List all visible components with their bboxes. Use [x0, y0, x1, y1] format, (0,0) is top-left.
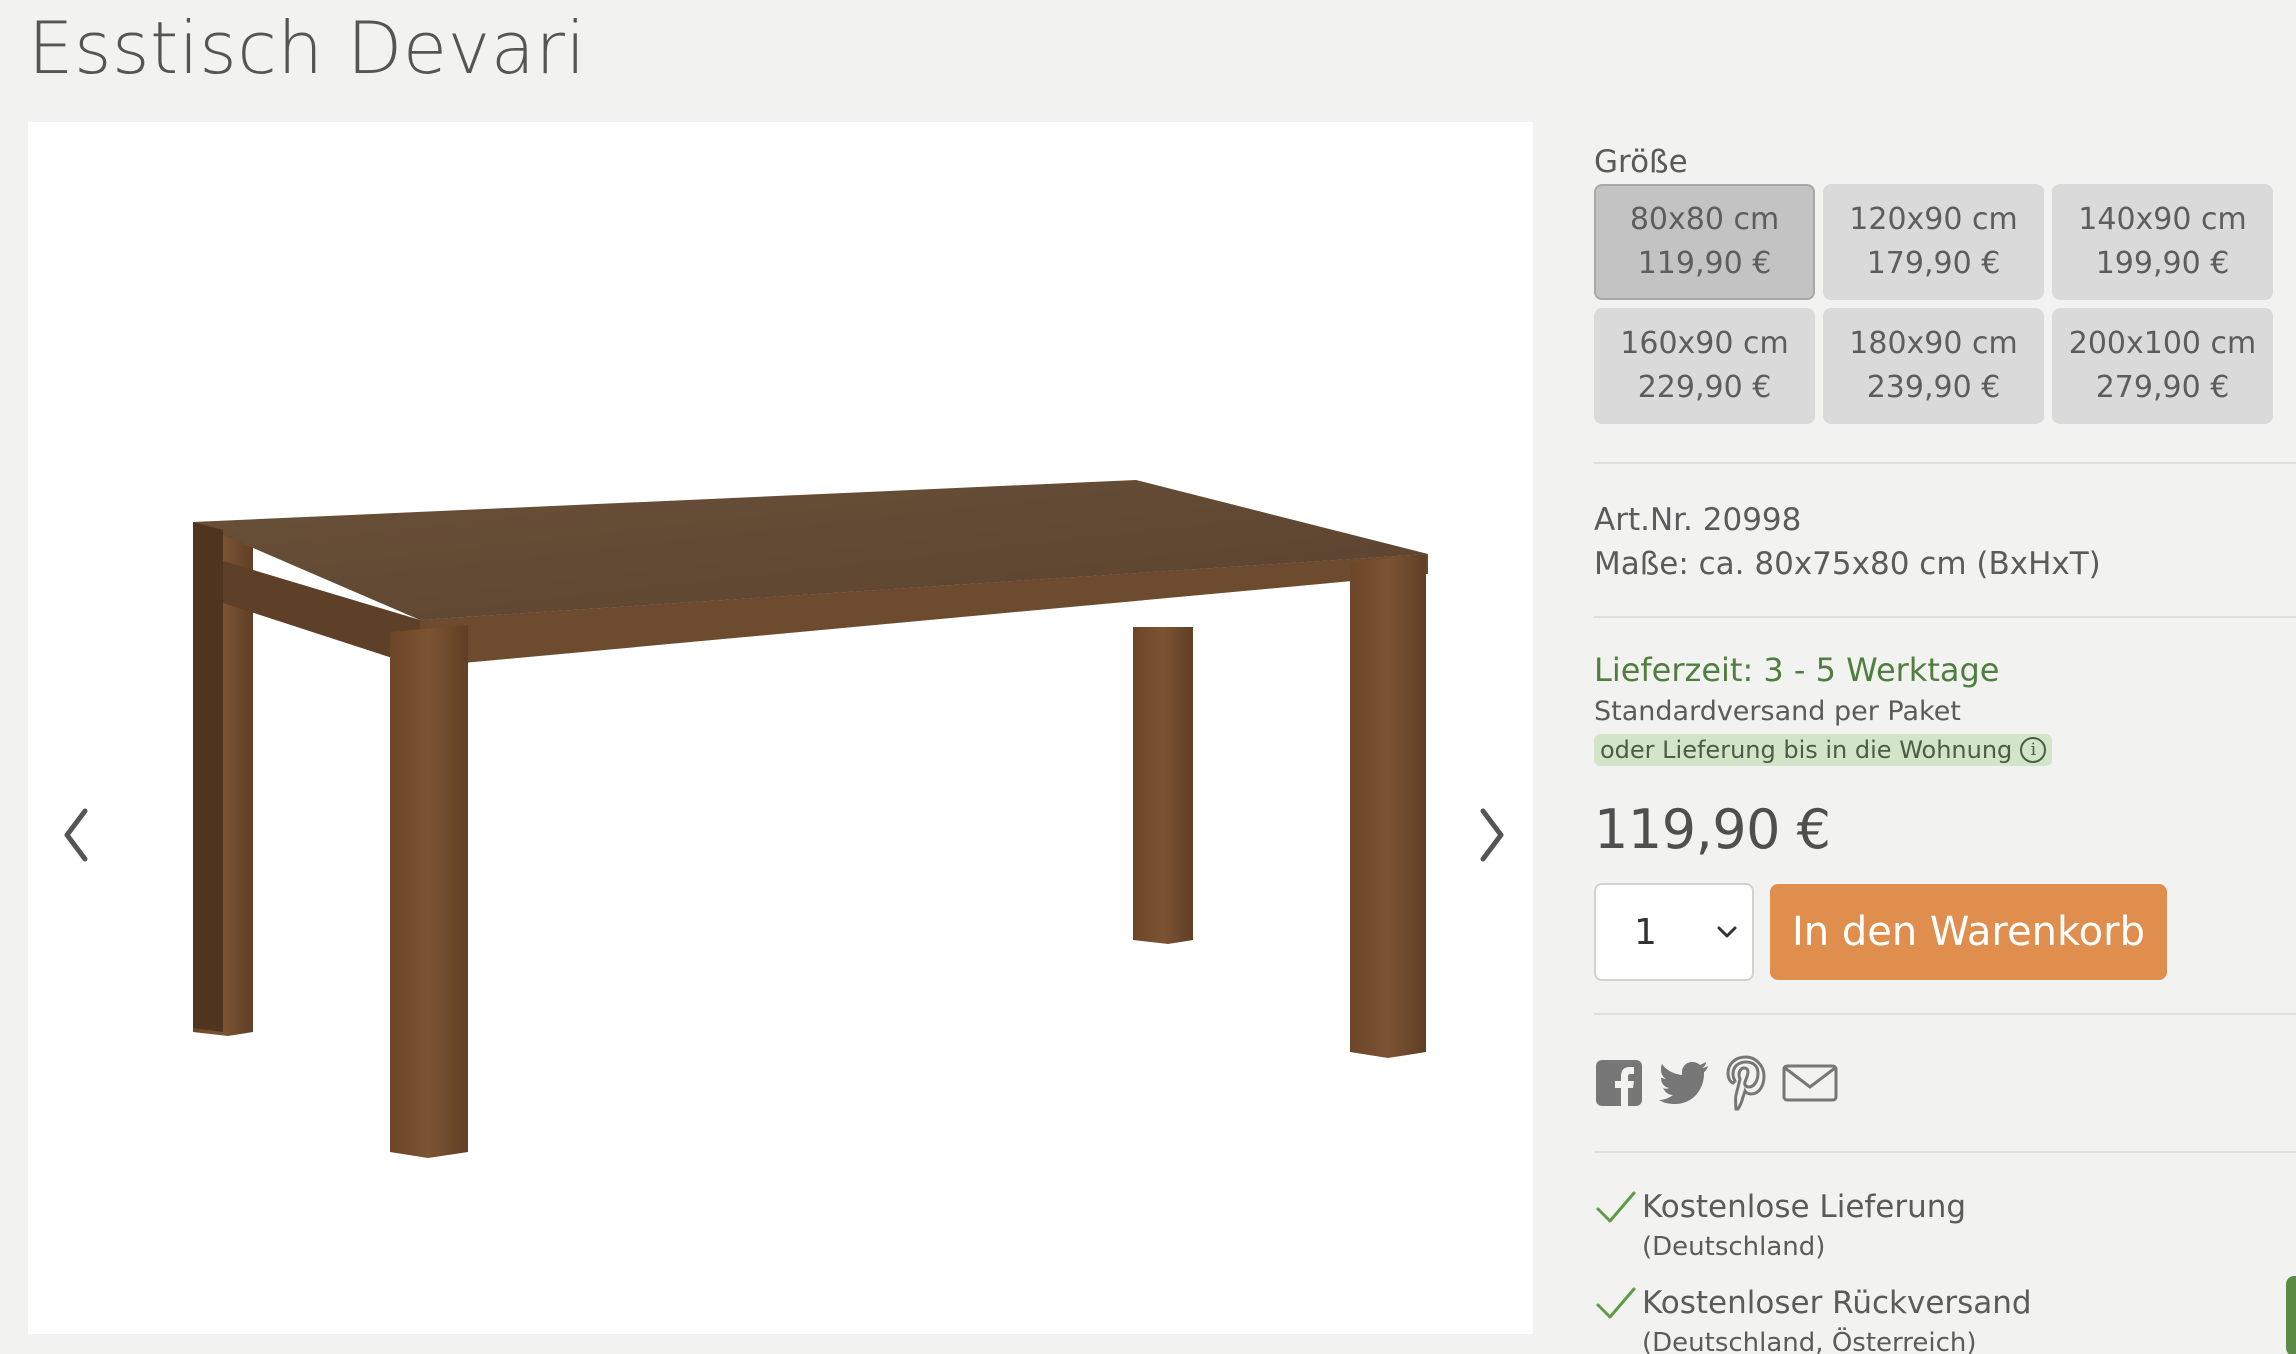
feedback-tab[interactable]: [2286, 1276, 2296, 1354]
benefit-item: Kostenloser Rückversand (Deutschland, Ös…: [1594, 1283, 2296, 1354]
mail-share-button[interactable]: [1782, 1063, 1838, 1103]
product-details: Art.Nr. 20998 Maße: ca. 80x75x80 cm (BxH…: [1594, 498, 2296, 586]
chevron-left-icon: [64, 808, 88, 862]
delivery-time: Lieferzeit: 3 - 5 Werktage: [1594, 651, 2000, 689]
divider: [1594, 1151, 2296, 1153]
gallery-next-button[interactable]: [1462, 790, 1522, 880]
page-title: Esstisch Devari: [28, 6, 586, 90]
benefit-title: Kostenloser Rückversand: [1642, 1285, 2032, 1321]
benefit-subtitle: (Deutschland, Österreich): [1642, 1328, 1977, 1354]
checkmark-icon: [1596, 1191, 1636, 1223]
size-options: 80x80 cm 119,90 € 120x90 cm 179,90 € 140…: [1594, 184, 2296, 424]
size-option-dim: 200x100 cm: [2068, 326, 2257, 361]
quantity-value: 1: [1634, 911, 1657, 953]
product-gallery: [28, 122, 1533, 1334]
size-option-80x80[interactable]: 80x80 cm 119,90 €: [1594, 184, 1815, 300]
chevron-right-icon: [1480, 808, 1504, 862]
facebook-icon: [1596, 1060, 1642, 1106]
gallery-prev-button[interactable]: [46, 790, 106, 880]
pinterest-share-button[interactable]: [1724, 1055, 1768, 1111]
delivery-info: Lieferzeit: 3 - 5 Werktage Standardversa…: [1594, 648, 2296, 766]
quantity-select[interactable]: 1: [1594, 883, 1754, 981]
divider: [1594, 616, 2296, 618]
article-number: Art.Nr. 20998: [1594, 502, 1802, 538]
size-option-price: 199,90 €: [2095, 246, 2230, 281]
product-price: 119,90 €: [1594, 798, 1831, 861]
home-delivery-link[interactable]: oder Lieferung bis in die Wohnung i: [1594, 734, 2053, 766]
benefit-title: Kostenlose Lieferung: [1642, 1189, 1967, 1225]
dimensions-text: Maße: ca. 80x75x80 cm (BxHxT): [1594, 546, 2101, 582]
shipping-method: Standardversand per Paket: [1594, 696, 1961, 727]
product-page: Esstisch Devari Größe 80x80 cm 119,90 € …: [0, 0, 2296, 1354]
size-option-price: 179,90 €: [1866, 246, 2001, 281]
divider: [1594, 462, 2296, 464]
size-option-140x90[interactable]: 140x90 cm 199,90 €: [2052, 184, 2273, 300]
size-option-dim: 80x80 cm: [1629, 202, 1780, 237]
twitter-icon: [1659, 1062, 1708, 1104]
chevron-down-icon: [1717, 926, 1737, 938]
product-image: [193, 480, 1428, 1158]
size-option-120x90[interactable]: 120x90 cm 179,90 €: [1823, 184, 2044, 300]
buy-row: 1 In den Warenkorb: [1594, 883, 2296, 981]
divider: [1594, 1013, 2296, 1015]
social-share: [1594, 1053, 2296, 1113]
size-option-price: 239,90 €: [1866, 370, 2001, 405]
size-option-160x90[interactable]: 160x90 cm 229,90 €: [1594, 308, 1815, 424]
size-option-price: 229,90 €: [1637, 370, 1772, 405]
twitter-share-button[interactable]: [1658, 1060, 1710, 1106]
size-label: Größe: [1594, 144, 1688, 180]
product-panel: Größe 80x80 cm 119,90 € 120x90 cm 179,90…: [1594, 122, 2296, 1354]
size-option-dim: 160x90 cm: [1620, 326, 1789, 361]
size-option-price: 119,90 €: [1637, 246, 1772, 281]
home-delivery-text: oder Lieferung bis in die Wohnung: [1600, 736, 2013, 764]
size-option-dim: 140x90 cm: [2078, 202, 2247, 237]
size-option-180x90[interactable]: 180x90 cm 239,90 €: [1823, 308, 2044, 424]
pinterest-icon: [1726, 1055, 1766, 1111]
benefits-list: Kostenlose Lieferung (Deutschland) Koste…: [1594, 1187, 2296, 1354]
benefit-subtitle: (Deutschland): [1642, 1232, 1826, 1262]
facebook-share-button[interactable]: [1594, 1058, 1644, 1108]
size-option-200x100[interactable]: 200x100 cm 279,90 €: [2052, 308, 2273, 424]
mail-icon: [1782, 1064, 1838, 1102]
size-option-price: 279,90 €: [2095, 370, 2230, 405]
size-option-dim: 120x90 cm: [1849, 202, 2018, 237]
benefit-item: Kostenlose Lieferung (Deutschland): [1594, 1187, 2296, 1265]
info-icon: i: [2020, 737, 2047, 763]
size-option-dim: 180x90 cm: [1849, 326, 2018, 361]
checkmark-icon: [1596, 1287, 1636, 1319]
add-to-cart-button[interactable]: In den Warenkorb: [1770, 884, 2167, 980]
